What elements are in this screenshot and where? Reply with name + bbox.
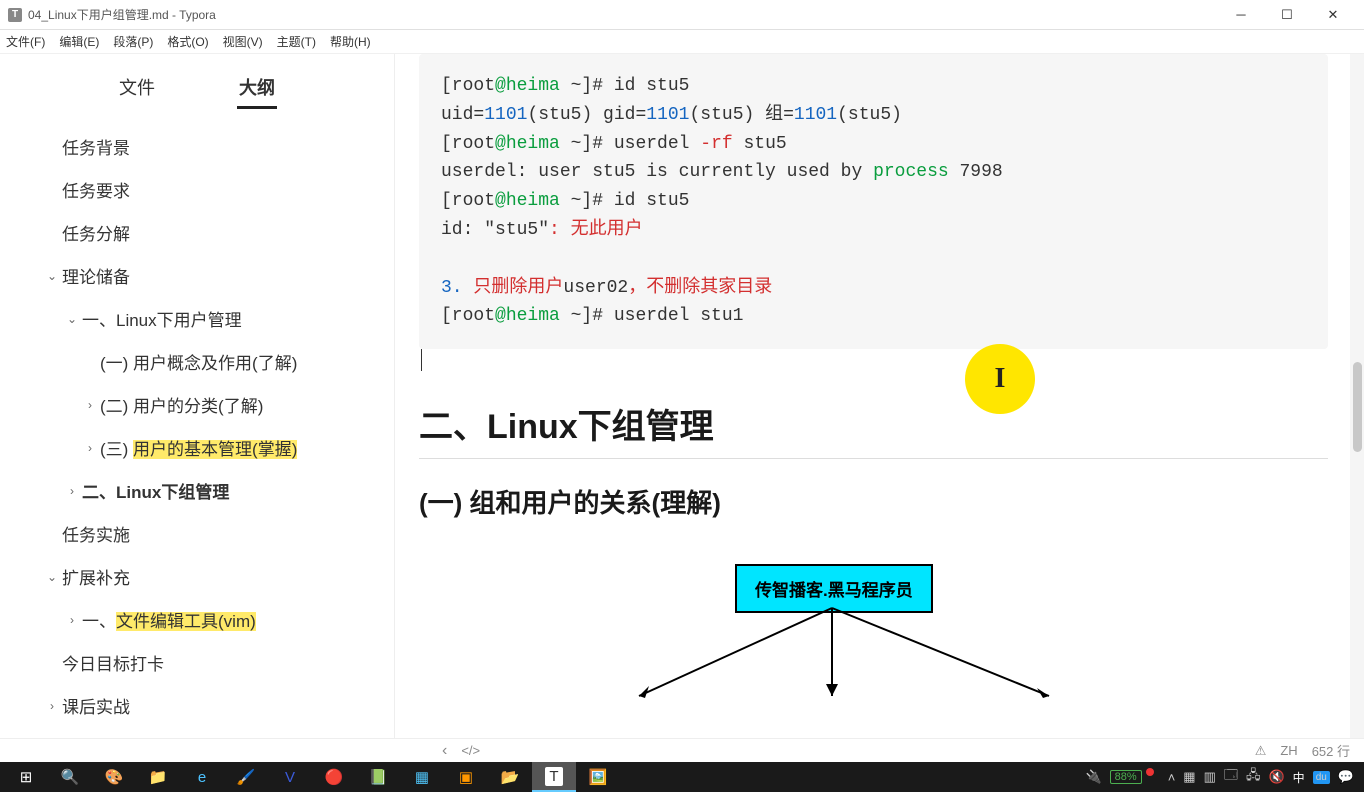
outline-item[interactable]: ›(二) 用户的分类(了解) xyxy=(18,383,394,426)
sidebar-tab-file[interactable]: 文件 xyxy=(117,68,157,109)
taskbar-explorer[interactable]: 📁 xyxy=(136,762,180,792)
code-block[interactable]: [root@heima ~]# id stu5 uid=1101(stu5) g… xyxy=(419,54,1328,349)
sidebar: 文件 大纲 任务背景 任务要求 任务分解 ⌄理论储备 ⌄一、Linux下用户管理… xyxy=(0,54,395,738)
status-language[interactable]: ZH xyxy=(1280,743,1297,758)
menu-bar: 文件(F) 编辑(E) 段落(P) 格式(O) 视图(V) 主题(T) 帮助(H… xyxy=(0,30,1364,54)
minimize-button[interactable]: ─ xyxy=(1218,0,1264,30)
scrollbar-thumb[interactable] xyxy=(1353,362,1362,452)
tray-network-icon[interactable]: 🖧 xyxy=(1246,766,1261,788)
ime-indicator[interactable]: 中 xyxy=(1293,769,1305,786)
warning-icon[interactable]: ⚠ xyxy=(1255,743,1267,759)
outline-item-active[interactable]: ›(三) 用户的基本管理(掌握) xyxy=(18,426,394,469)
outline-item[interactable]: ›课后实战 xyxy=(18,684,394,727)
tray-icon[interactable]: 🗔 xyxy=(1224,766,1238,788)
chevron-right-icon: › xyxy=(82,441,98,455)
scrollbar[interactable] xyxy=(1350,54,1364,738)
tray-notifications-icon[interactable]: 💬 xyxy=(1338,769,1354,785)
status-bar: ‹ </> ⚠ ZH 652 行 xyxy=(0,738,1364,762)
heading-3[interactable]: (一) 组和用户的关系(理解) xyxy=(419,483,1328,520)
editor-pane[interactable]: [root@heima ~]# id stu5 uid=1101(stu5) g… xyxy=(395,54,1364,738)
outline-item[interactable]: (一) 用户概念及作用(了解) xyxy=(18,340,394,383)
chevron-down-icon: ⌄ xyxy=(44,269,60,283)
notification-dot-icon xyxy=(1146,768,1154,776)
outline-item[interactable]: ⌄扩展补充 xyxy=(18,555,394,598)
maximize-button[interactable]: ☐ xyxy=(1264,0,1310,30)
diagram: 传智播客.黑马程序员 xyxy=(419,536,1328,716)
taskbar[interactable]: ⊞ 🔍 🎨 📁 e 🖌️ V 🔴 📗 ▦ ▣ 📂 T 🖼️ 🔌 88% ˄ ▦ … xyxy=(0,762,1364,792)
outline-item[interactable]: ›二、Linux下组管理 xyxy=(18,469,394,512)
chevron-right-icon: › xyxy=(64,613,80,627)
taskbar-app[interactable]: 🎨 xyxy=(92,762,136,792)
chevron-right-icon: › xyxy=(64,484,80,498)
taskbar-notepad[interactable]: 📗 xyxy=(356,762,400,792)
taskbar-visio[interactable]: V xyxy=(268,762,312,792)
chevron-right-icon: › xyxy=(44,699,60,713)
taskbar-edge[interactable]: e xyxy=(180,762,224,792)
chevron-down-icon: ⌄ xyxy=(64,312,80,326)
outline-item[interactable]: 任务分解 xyxy=(18,211,394,254)
outline-item[interactable]: ⌄理论储备 xyxy=(18,254,394,297)
breadcrumb-code-icon[interactable]: </> xyxy=(461,743,480,758)
menu-view[interactable]: 视图(V) xyxy=(223,33,263,50)
tray-up-icon[interactable]: ˄ xyxy=(1168,770,1176,785)
outline-item[interactable]: 任务要求 xyxy=(18,168,394,211)
tray-volume-icon[interactable]: 🔇 xyxy=(1268,769,1284,785)
heading-2[interactable]: 二、Linux下组管理 xyxy=(419,399,1328,459)
menu-theme[interactable]: 主题(T) xyxy=(277,33,316,50)
start-button[interactable]: ⊞ xyxy=(4,762,48,792)
nav-back-icon[interactable]: ‹ xyxy=(442,742,447,760)
menu-format[interactable]: 格式(O) xyxy=(167,33,208,50)
battery-indicator[interactable]: 88% xyxy=(1110,770,1142,784)
highlight-cursor-icon: I xyxy=(965,344,1035,414)
taskbar-folder2[interactable]: 📂 xyxy=(488,762,532,792)
taskbar-paint[interactable]: 🖌️ xyxy=(224,762,268,792)
sidebar-tab-outline[interactable]: 大纲 xyxy=(237,68,277,109)
outline-item[interactable]: ⌄一、Linux下用户管理 xyxy=(18,297,394,340)
status-lines[interactable]: 652 行 xyxy=(1312,741,1350,760)
text-cursor xyxy=(421,349,422,371)
tray-icon[interactable]: ▥ xyxy=(1204,769,1216,785)
menu-help[interactable]: 帮助(H) xyxy=(330,33,371,50)
outline-panel: 任务背景 任务要求 任务分解 ⌄理论储备 ⌄一、Linux下用户管理 (一) 用… xyxy=(0,119,394,738)
menu-file[interactable]: 文件(F) xyxy=(6,33,45,50)
outline-item[interactable]: 今日目标打卡 xyxy=(18,641,394,684)
taskbar-chrome[interactable]: 🔴 xyxy=(312,762,356,792)
charging-icon[interactable]: 🔌 xyxy=(1085,769,1101,785)
outline-item[interactable]: 任务背景 xyxy=(18,125,394,168)
taskbar-app2[interactable]: ▦ xyxy=(400,762,444,792)
menu-edit[interactable]: 编辑(E) xyxy=(59,33,99,50)
tray-icon[interactable]: ▦ xyxy=(1183,769,1195,785)
outline-item[interactable]: 任务实施 xyxy=(18,512,394,555)
outline-item[interactable]: ›一、文件编辑工具(vim) xyxy=(18,598,394,641)
menu-paragraph[interactable]: 段落(P) xyxy=(113,33,153,50)
taskbar-typora[interactable]: T xyxy=(532,762,576,792)
chevron-down-icon: ⌄ xyxy=(44,570,60,584)
search-icon[interactable]: 🔍 xyxy=(48,762,92,792)
tray-icon[interactable]: du xyxy=(1313,771,1330,784)
app-icon: T xyxy=(8,8,22,22)
taskbar-app3[interactable]: 🖼️ xyxy=(576,762,620,792)
close-button[interactable]: ✕ xyxy=(1310,0,1356,30)
window-title: 04_Linux下用户组管理.md - Typora xyxy=(28,6,1218,23)
taskbar-vm[interactable]: ▣ xyxy=(444,762,488,792)
chevron-right-icon: › xyxy=(82,398,98,412)
title-bar: T 04_Linux下用户组管理.md - Typora ─ ☐ ✕ xyxy=(0,0,1364,30)
